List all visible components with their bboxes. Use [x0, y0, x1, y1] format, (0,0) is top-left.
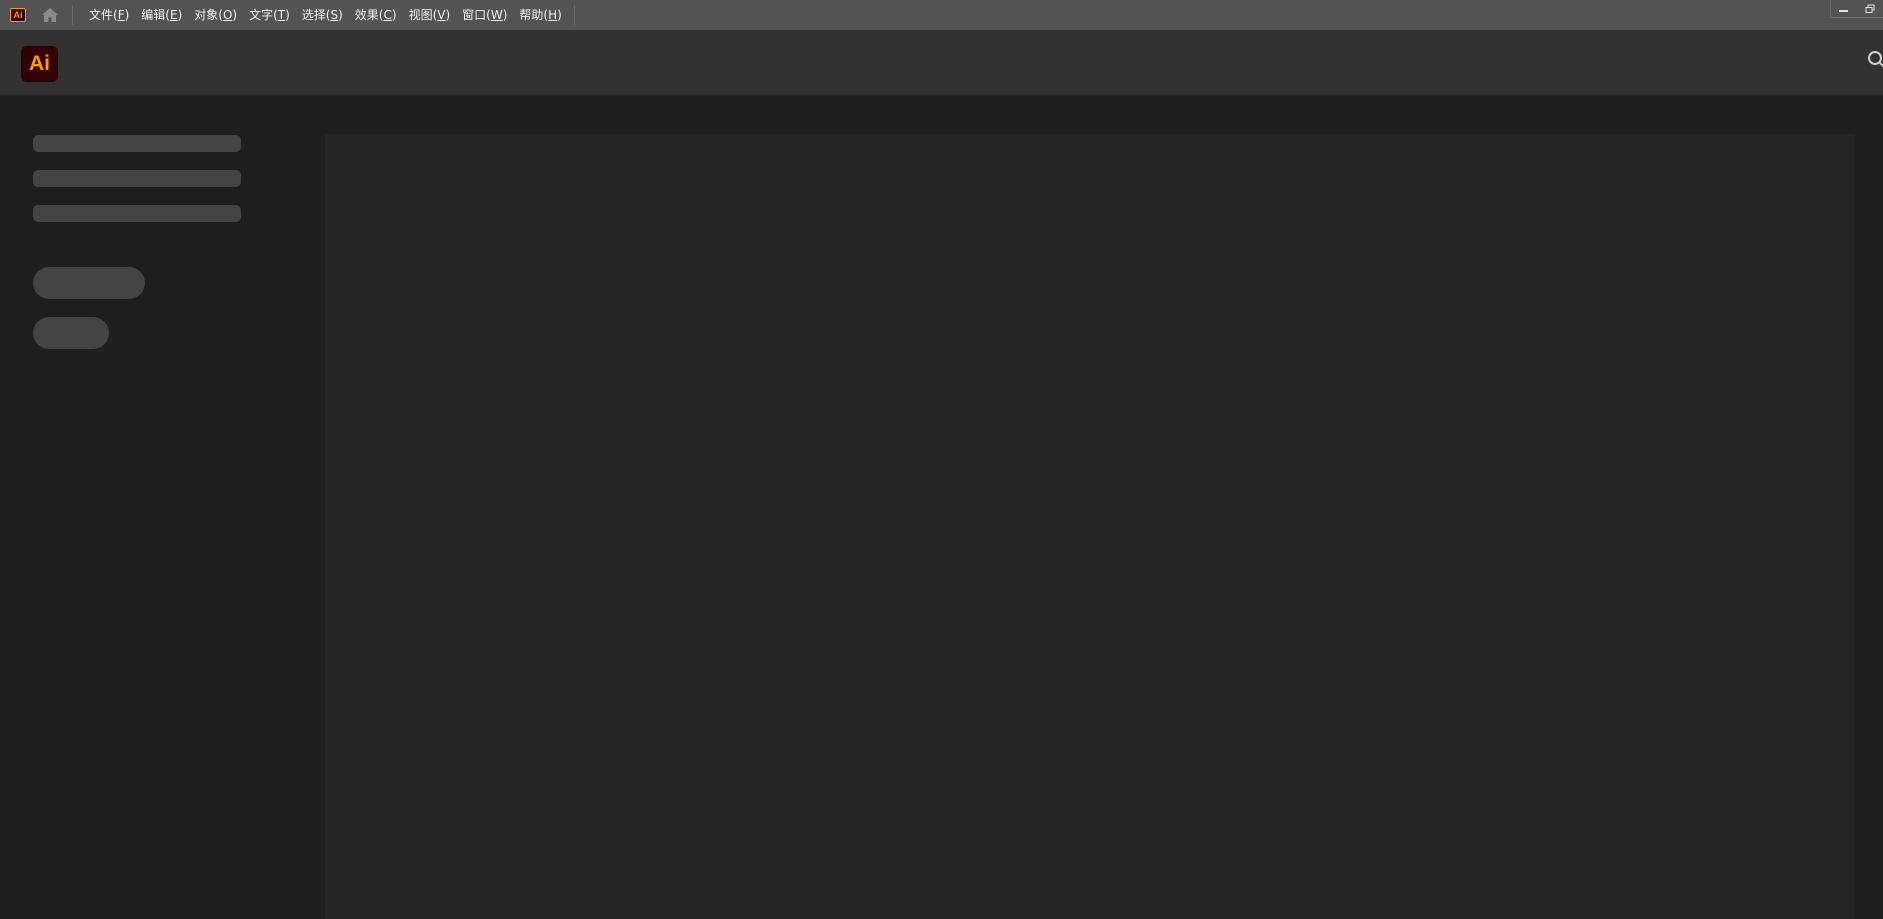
skeleton-button [33, 267, 145, 299]
skeleton-nav-item [33, 205, 241, 222]
menu-help[interactable]: 帮助(H) [513, 4, 567, 26]
window-controls [1830, 0, 1883, 18]
menu-separator-end [573, 5, 575, 25]
app-logo: Ai [21, 46, 58, 82]
minimize-icon [1839, 10, 1848, 12]
menu-window[interactable]: 窗口(W) [456, 4, 513, 26]
menu-separator [72, 5, 73, 25]
restore-icon [1865, 4, 1875, 13]
app-mini-logo[interactable]: Ai [10, 8, 26, 22]
home-button[interactable] [38, 3, 62, 27]
app-header: Ai [0, 30, 1883, 95]
search-icon [1868, 51, 1883, 68]
menu-file[interactable]: 文件(F) [83, 4, 135, 26]
skeleton-button [33, 317, 109, 349]
search-button[interactable] [1867, 50, 1883, 76]
minimize-button[interactable] [1831, 0, 1857, 18]
menu-object[interactable]: 对象(O) [188, 4, 243, 26]
main-content-panel [325, 134, 1855, 919]
menu-bar: Ai 文件(F) 编辑(E) 对象(O) 文字(T) 选择(S) 效果(C) 视… [0, 0, 1883, 30]
home-icon [42, 8, 58, 22]
sidebar [0, 95, 323, 919]
menu-effect[interactable]: 效果(C) [349, 4, 403, 26]
skeleton-nav-item [33, 170, 241, 187]
menu-view[interactable]: 视图(V) [403, 4, 457, 26]
menu-edit[interactable]: 编辑(E) [135, 4, 188, 26]
menu-select[interactable]: 选择(S) [296, 4, 349, 26]
skeleton-nav-item [33, 135, 241, 152]
menu-type[interactable]: 文字(T) [243, 4, 296, 26]
restore-button[interactable] [1857, 0, 1883, 18]
